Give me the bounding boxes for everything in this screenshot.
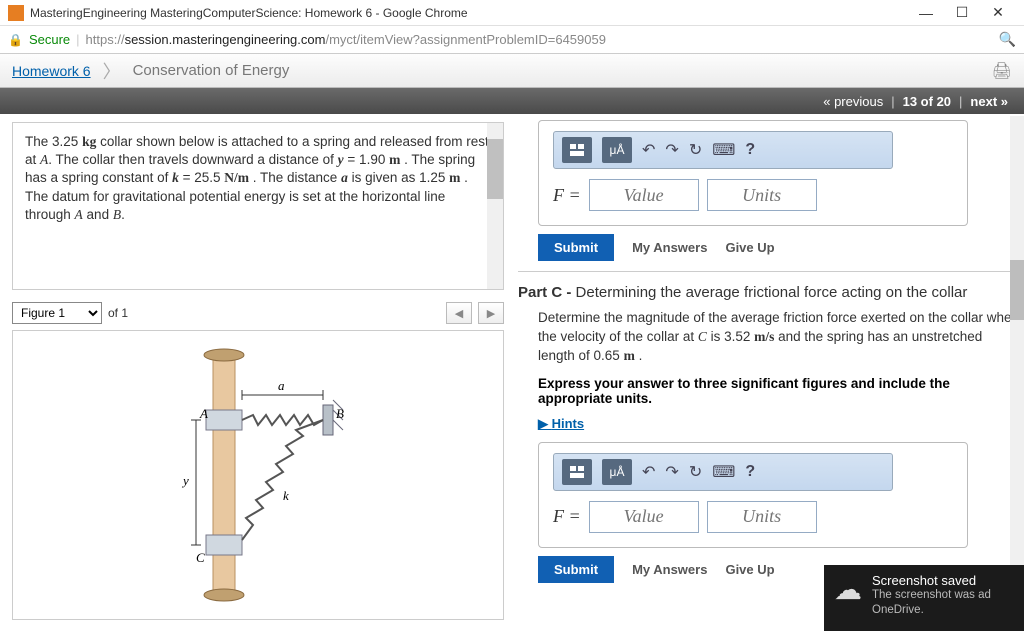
value-input[interactable]	[589, 179, 699, 211]
svg-text:B: B	[336, 406, 344, 421]
help-icon[interactable]: ?	[745, 463, 755, 481]
express-instruction: Express your answer to three significant…	[518, 376, 1020, 406]
equation-row-c: F =	[553, 501, 953, 533]
redo-icon[interactable]: ↷	[665, 462, 678, 482]
symbols-icon[interactable]: μÅ	[602, 137, 632, 163]
app-icon	[8, 5, 24, 21]
position-indicator: 13 of 20	[903, 94, 951, 109]
print-icon[interactable]: 🖨	[992, 61, 1012, 81]
answer-box-partb: μÅ ↶ ↷ ↻ ⌨ ? F =	[538, 120, 968, 226]
svg-text:a: a	[278, 378, 285, 393]
figure-canvas: A B C a y k	[12, 330, 504, 620]
svg-text:C: C	[196, 550, 205, 565]
keyboard-icon[interactable]: ⌨	[712, 462, 735, 482]
figure-toolbar: Figure 1 of 1 ◀ ▶	[12, 302, 504, 324]
page-scrollbar-thumb[interactable]	[1010, 260, 1024, 320]
svg-text:y: y	[181, 473, 189, 488]
answer-box-partc: μÅ ↶ ↷ ↻ ⌨ ? F =	[538, 442, 968, 548]
template-icon[interactable]	[562, 137, 592, 163]
equation-row: F =	[553, 179, 953, 211]
close-button[interactable]: ✕	[980, 1, 1016, 25]
give-up-link[interactable]: Give Up	[725, 240, 774, 255]
my-answers-link[interactable]: My Answers	[632, 562, 707, 577]
breadcrumb-link-homework[interactable]: Homework 6	[12, 63, 91, 79]
value-input[interactable]	[589, 501, 699, 533]
figure-prev-button[interactable]: ◀	[446, 302, 472, 324]
keyboard-icon[interactable]: ⌨	[712, 140, 735, 160]
zoom-icon[interactable]: 🔍	[999, 31, 1016, 48]
units-input[interactable]	[707, 179, 817, 211]
next-link[interactable]: next »	[970, 94, 1008, 109]
screenshot-toast[interactable]: ☁ Screenshot saved The screenshot was ad…	[824, 565, 1024, 631]
cloud-icon: ☁	[834, 573, 862, 623]
units-input[interactable]	[707, 501, 817, 533]
problem-statement: The 3.25 kg collar shown below is attach…	[12, 122, 504, 290]
give-up-link[interactable]: Give Up	[725, 562, 774, 577]
problem-nav: « previous | 13 of 20 | next »	[0, 88, 1024, 114]
undo-icon[interactable]: ↶	[642, 462, 655, 482]
f-equals-label: F =	[553, 506, 581, 527]
lock-icon: 🔒	[8, 33, 23, 47]
equation-toolbar: μÅ ↶ ↷ ↻ ⌨ ?	[553, 131, 893, 169]
equation-toolbar-c: μÅ ↶ ↷ ↻ ⌨ ?	[553, 453, 893, 491]
button-row-b: Submit My Answers Give Up	[538, 234, 1020, 261]
window-titlebar: MasteringEngineering MasteringComputerSc…	[0, 0, 1024, 26]
f-equals-label: F =	[553, 185, 581, 206]
undo-icon[interactable]: ↶	[642, 140, 655, 160]
address-bar: 🔒 Secure | https://session.masteringengi…	[0, 26, 1024, 54]
submit-button[interactable]: Submit	[538, 556, 614, 583]
minimize-button[interactable]: —	[908, 1, 944, 25]
content-area: The 3.25 kg collar shown below is attach…	[0, 114, 1024, 631]
svg-text:A: A	[199, 406, 208, 421]
secure-label: Secure	[29, 32, 70, 47]
breadcrumb: Homework 6 〉 Conservation of Energy 🖨	[0, 54, 1024, 88]
hints-link[interactable]: Hints	[538, 416, 584, 432]
reset-icon[interactable]: ↻	[689, 462, 702, 482]
prev-link[interactable]: « previous	[823, 94, 883, 109]
submit-button[interactable]: Submit	[538, 234, 614, 261]
chevron-right-icon: 〉	[103, 58, 121, 84]
part-c-header: Part C - Determining the average frictio…	[518, 271, 1020, 301]
url[interactable]: https://session.masteringengineering.com…	[86, 32, 606, 47]
figure-count: of 1	[108, 306, 128, 320]
page-title: Conservation of Energy	[133, 62, 290, 79]
right-panel: μÅ ↶ ↷ ↻ ⌨ ? F = Submit My Answers Give …	[510, 114, 1024, 631]
figure-diagram: A B C a y k	[138, 340, 378, 610]
redo-icon[interactable]: ↷	[665, 140, 678, 160]
page-scrollbar-track[interactable]	[1010, 116, 1024, 611]
svg-text:k: k	[283, 488, 289, 503]
toast-title: Screenshot saved	[872, 573, 1014, 588]
template-icon[interactable]	[562, 459, 592, 485]
maximize-button[interactable]: ☐	[944, 1, 980, 25]
scrollbar-thumb[interactable]	[487, 139, 503, 199]
help-icon[interactable]: ?	[745, 141, 755, 159]
window-title: MasteringEngineering MasteringComputerSc…	[30, 6, 908, 20]
figure-select[interactable]: Figure 1	[12, 302, 102, 324]
toast-subtitle: The screenshot was ad OneDrive.	[872, 588, 1014, 618]
my-answers-link[interactable]: My Answers	[632, 240, 707, 255]
figure-next-button[interactable]: ▶	[478, 302, 504, 324]
part-c-body: Determine the magnitude of the average f…	[518, 309, 1020, 366]
reset-icon[interactable]: ↻	[689, 140, 702, 160]
symbols-icon[interactable]: μÅ	[602, 459, 632, 485]
left-panel: The 3.25 kg collar shown below is attach…	[0, 114, 510, 631]
